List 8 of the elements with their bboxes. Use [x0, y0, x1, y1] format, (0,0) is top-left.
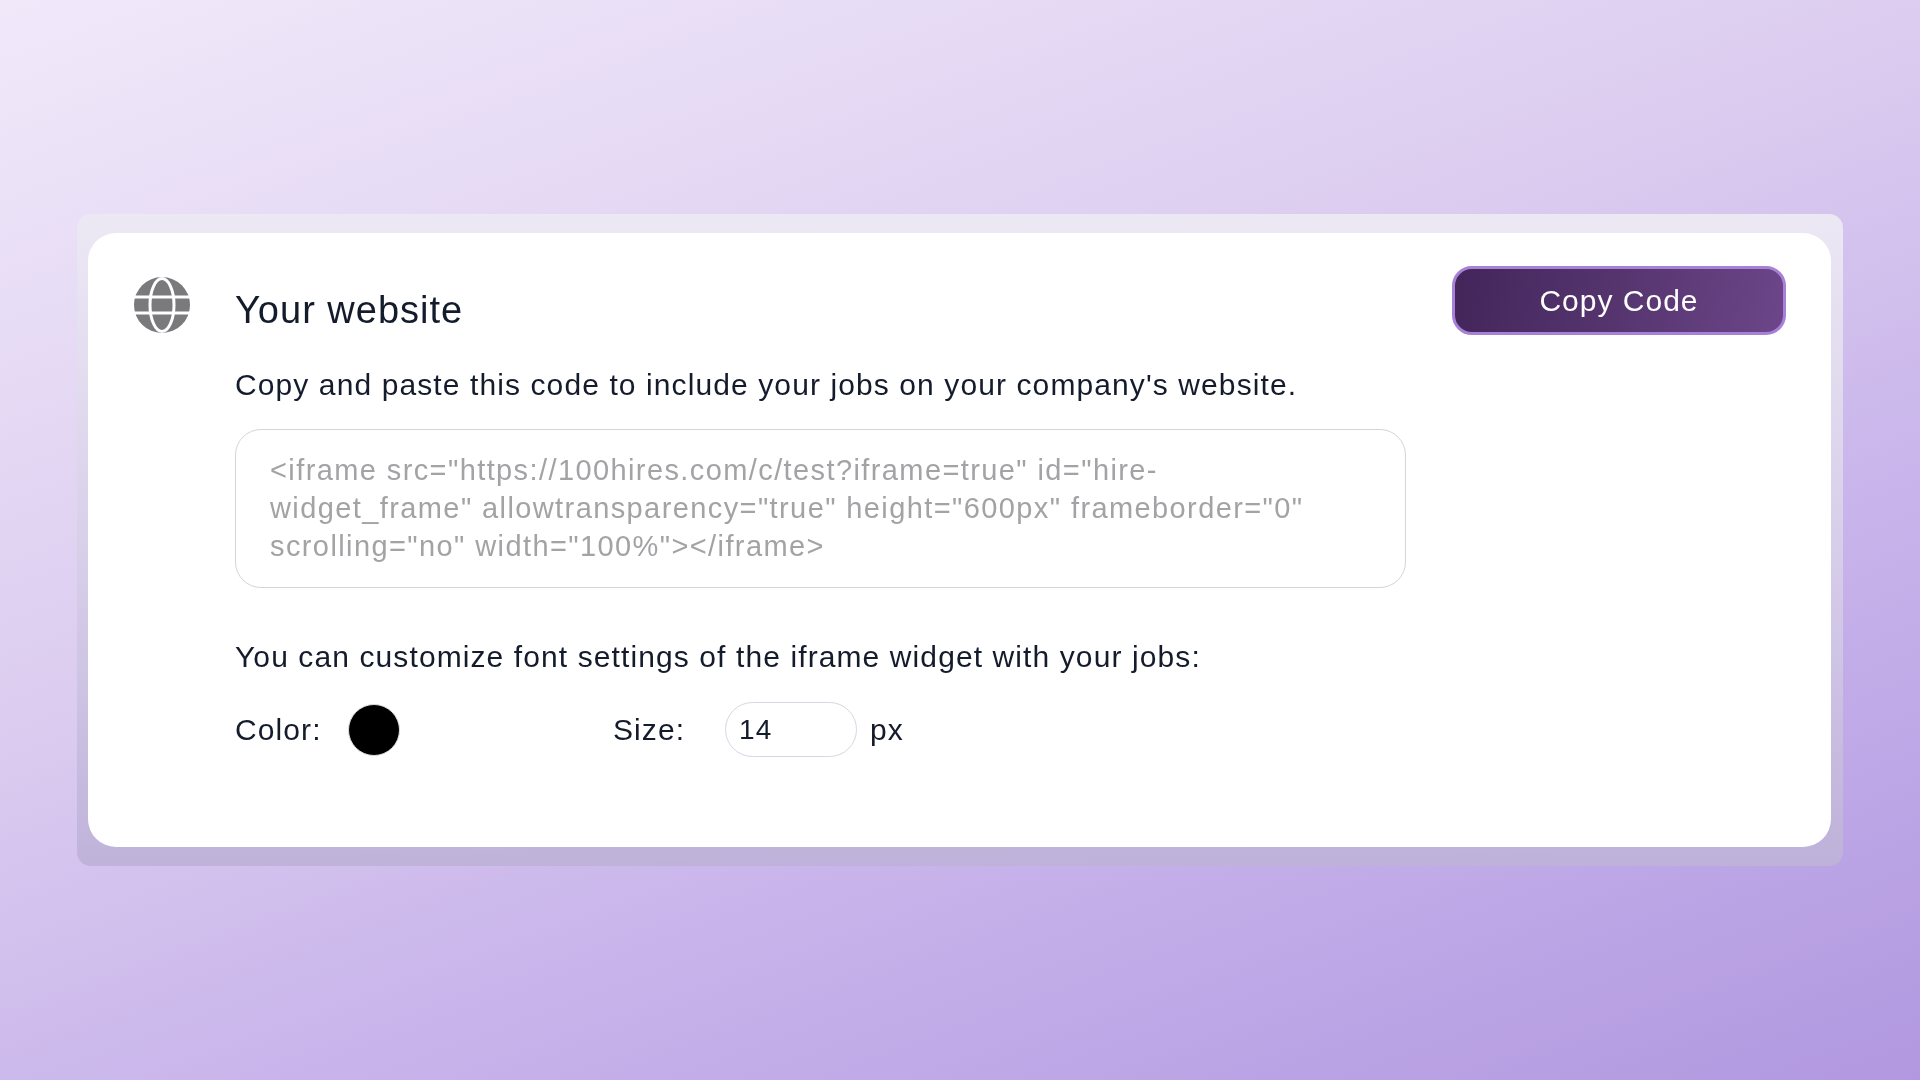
customize-hint-text: You can customize font settings of the iframe widget with your jobs:: [235, 640, 1201, 673]
size-label: Size:: [613, 712, 687, 747]
section-title: Your website: [235, 289, 464, 331]
unit-label: px: [870, 712, 904, 747]
globe-icon: [134, 277, 190, 333]
description-text: Copy and paste this code to include your jobs on your company's website.: [235, 368, 1298, 401]
copy-code-button[interactable]: Copy Code: [1452, 266, 1786, 335]
color-label: Color:: [235, 712, 323, 747]
